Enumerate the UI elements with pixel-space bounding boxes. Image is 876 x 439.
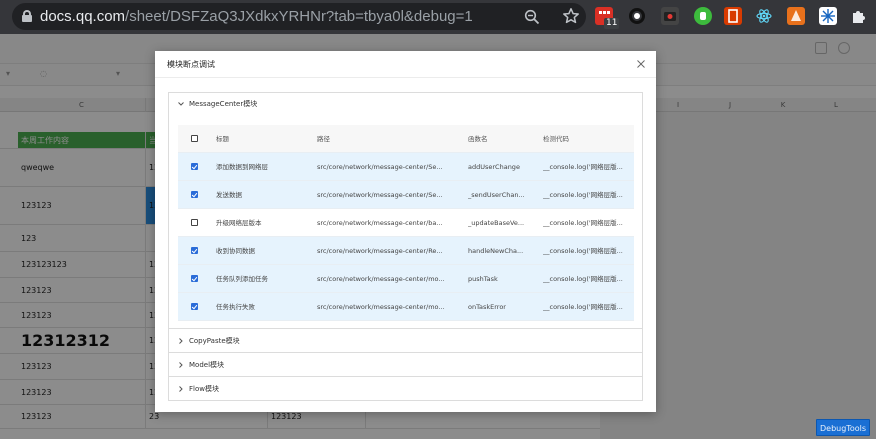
row-func: _sendUserChan... bbox=[468, 191, 525, 199]
bookmark-star-icon[interactable] bbox=[562, 7, 580, 25]
chevron-right-icon bbox=[179, 338, 183, 344]
row-title: 任务队列添加任务 bbox=[216, 275, 268, 283]
extension-fox-icon[interactable] bbox=[787, 7, 805, 25]
chevron-right-icon bbox=[179, 362, 183, 368]
debug-tools-button[interactable]: DebugTools bbox=[816, 419, 870, 436]
close-icon[interactable] bbox=[636, 59, 646, 69]
extension-snowflake-icon[interactable] bbox=[819, 7, 837, 25]
modal-header: 模块断点调试 bbox=[155, 51, 656, 78]
address-bar[interactable]: docs.qq.com/sheet/DSFZaQ3JXdkxYRHNr?tab=… bbox=[12, 3, 586, 30]
browser-toolbar: docs.qq.com/sheet/DSFZaQ3JXdkxYRHNr?tab=… bbox=[0, 0, 876, 34]
header-path: 路径 bbox=[317, 135, 330, 143]
header-func: 函数名 bbox=[468, 135, 488, 143]
row-title: 任务执行失败 bbox=[216, 303, 255, 311]
row-path: src/core/network/message-center/Se... bbox=[317, 191, 443, 199]
header-code: 检测代码 bbox=[543, 135, 569, 143]
chevron-right-icon bbox=[179, 386, 183, 392]
panel-header-flow[interactable]: Flow模块 bbox=[169, 378, 642, 400]
row-path: src/core/network/message-center/Re... bbox=[317, 247, 443, 255]
panel-header-copypaste[interactable]: CopyPaste模块 bbox=[169, 330, 642, 352]
row-path: src/core/network/message-center/mo... bbox=[317, 275, 445, 283]
lock-icon[interactable] bbox=[22, 10, 32, 22]
panel-label: CopyPaste模块 bbox=[189, 337, 240, 345]
row-func: _updateBaseVe... bbox=[468, 219, 525, 227]
url-host: docs.qq.com bbox=[40, 8, 126, 25]
panel-label: MessageCenter模块 bbox=[189, 100, 258, 108]
row-code: __console.log('网络层版... bbox=[543, 247, 623, 255]
row-checkbox[interactable] bbox=[191, 191, 198, 198]
row-code: __console.log('网络层版... bbox=[543, 191, 623, 199]
extension-react-icon[interactable] bbox=[755, 7, 773, 25]
table-row[interactable]: 添加数据到网络层 src/core/network/message-center… bbox=[178, 153, 634, 181]
row-code: __console.log('网络层版... bbox=[543, 163, 623, 171]
url-path: /sheet/DSFZaQ3JXdkxYRHNr?tab=tbya0l&debu… bbox=[125, 8, 473, 25]
chevron-down-icon bbox=[178, 102, 184, 106]
panel-messagecenter: MessageCenter模块 标题 路径 函数名 检测代码 添加数据到网络层 … bbox=[168, 92, 643, 329]
row-code: __console.log('网络层版... bbox=[543, 303, 623, 311]
row-title: 升级网络层版本 bbox=[216, 219, 262, 227]
row-path: src/core/network/message-center/ba... bbox=[317, 219, 443, 227]
extension-office-icon[interactable] bbox=[724, 7, 742, 25]
extension-badge: 11 bbox=[604, 18, 620, 29]
row-code: __console.log('网络层版... bbox=[543, 219, 623, 227]
panel-model[interactable]: Model模块 bbox=[168, 352, 643, 377]
extension-hand-icon[interactable] bbox=[694, 7, 712, 25]
row-func: addUserChange bbox=[468, 163, 520, 171]
row-checkbox[interactable] bbox=[191, 275, 198, 282]
url-text[interactable]: docs.qq.com/sheet/DSFZaQ3JXdkxYRHNr?tab=… bbox=[40, 7, 473, 26]
extension-recorder-icon[interactable] bbox=[661, 7, 679, 25]
header-title: 标题 bbox=[216, 135, 229, 143]
row-path: src/core/network/message-center/Se... bbox=[317, 163, 443, 171]
row-checkbox[interactable] bbox=[191, 163, 198, 170]
panel-copypaste[interactable]: CopyPaste模块 bbox=[168, 328, 643, 353]
row-checkbox[interactable] bbox=[191, 303, 198, 310]
table-row[interactable]: 任务队列添加任务 src/core/network/message-center… bbox=[178, 265, 634, 293]
table-row[interactable]: 升级网络层版本 src/core/network/message-center/… bbox=[178, 209, 634, 237]
panel-label: Flow模块 bbox=[189, 385, 219, 393]
row-func: handleNewCha... bbox=[468, 247, 524, 255]
panel-label: Model模块 bbox=[189, 361, 225, 369]
table-row[interactable]: 收到协同数据 src/core/network/message-center/R… bbox=[178, 237, 634, 265]
table-row[interactable]: 发送数据 src/core/network/message-center/Se.… bbox=[178, 181, 634, 209]
panel-flow[interactable]: Flow模块 bbox=[168, 376, 643, 401]
panel-header-messagecenter[interactable]: MessageCenter模块 bbox=[169, 93, 642, 115]
table-header-row: 标题 路径 函数名 检测代码 bbox=[178, 125, 634, 153]
row-path: src/core/network/message-center/mo... bbox=[317, 303, 445, 311]
table-row[interactable]: 任务执行失败 src/core/network/message-center/m… bbox=[178, 293, 634, 321]
row-checkbox[interactable] bbox=[191, 247, 198, 254]
row-title: 发送数据 bbox=[216, 191, 242, 199]
row-func: pushTask bbox=[468, 275, 498, 283]
row-func: onTaskError bbox=[468, 303, 506, 311]
extensions-puzzle-icon[interactable] bbox=[850, 7, 868, 25]
modal-title: 模块断点调试 bbox=[167, 60, 215, 69]
select-all-checkbox[interactable] bbox=[191, 135, 198, 142]
row-title: 添加数据到网络层 bbox=[216, 163, 268, 171]
extension-circle-icon[interactable] bbox=[628, 7, 646, 25]
row-code: __console.log('网络层版... bbox=[543, 275, 623, 283]
row-title: 收到协同数据 bbox=[216, 247, 255, 255]
row-checkbox[interactable] bbox=[191, 219, 198, 226]
debug-modal: 模块断点调试 MessageCenter模块 标题 路径 函数名 检测代码 添加… bbox=[155, 51, 656, 412]
zoom-icon[interactable] bbox=[524, 9, 540, 25]
panel-header-model[interactable]: Model模块 bbox=[169, 354, 642, 376]
